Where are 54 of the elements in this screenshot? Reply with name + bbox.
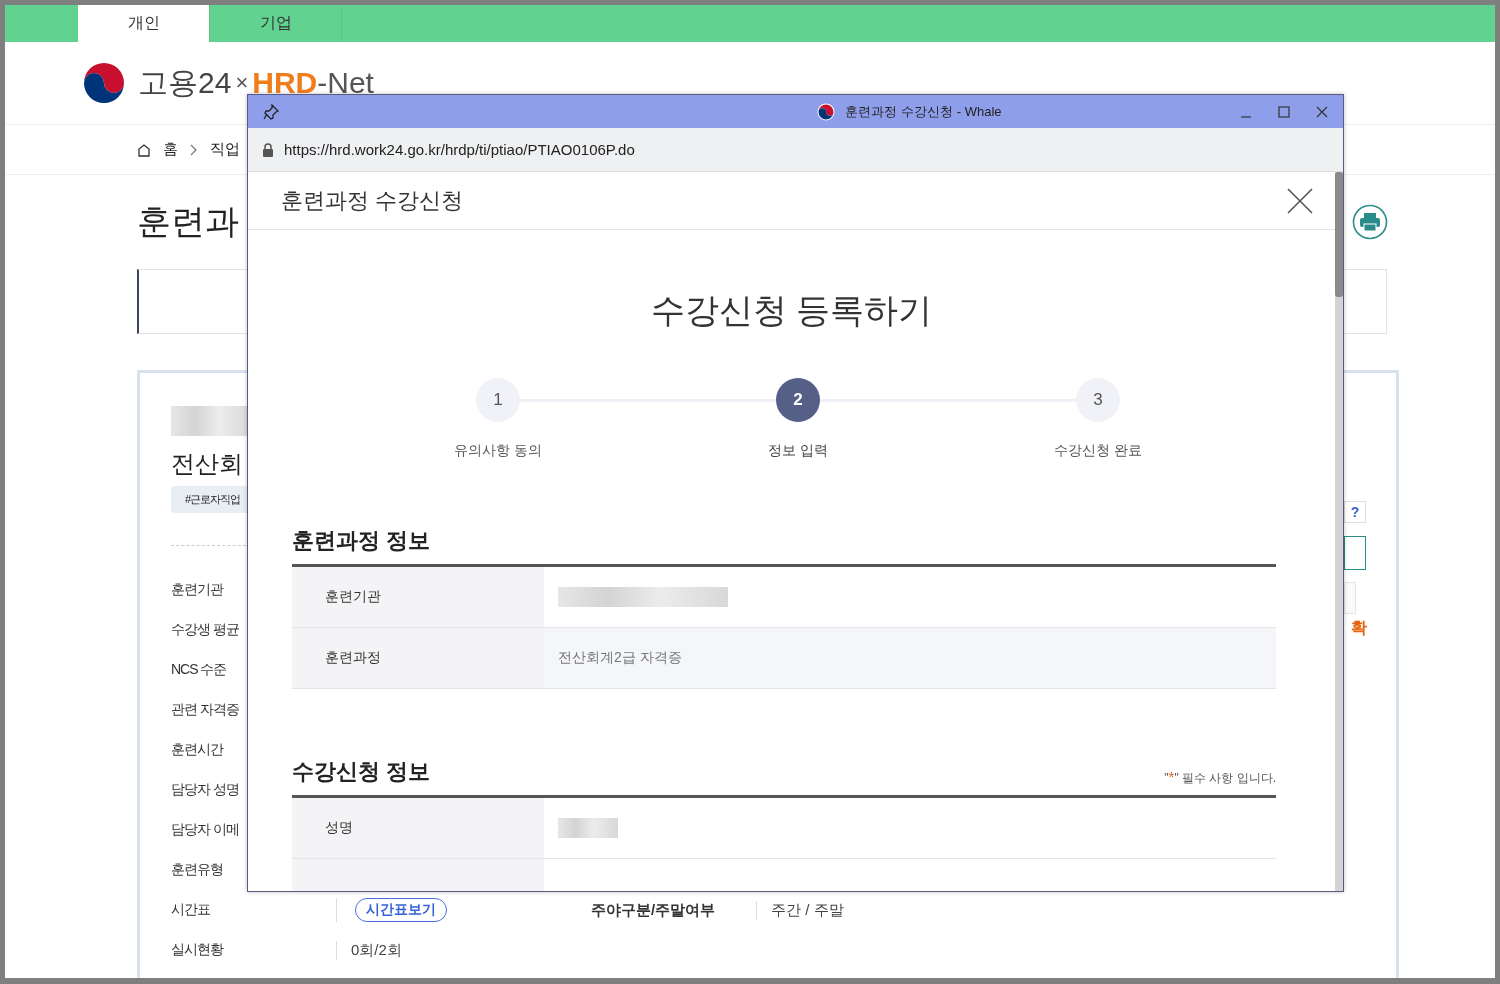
- info-label: 실시현황: [171, 941, 225, 959]
- info-value: 0회/2회: [351, 940, 402, 960]
- url-text[interactable]: https://hrd.work24.go.kr/hrdp/ti/ptiao/PTIAO0106P.do: [284, 141, 635, 158]
- step-label: 유의사항 동의: [454, 442, 542, 460]
- site-tab[interactable]: 기업: [210, 5, 342, 42]
- page-title: 훈련과: [137, 201, 239, 242]
- info-label: 훈련시간: [171, 741, 225, 759]
- info-label: NCS 수준: [171, 661, 228, 679]
- step-indicator: 3: [1076, 378, 1120, 422]
- window-title: 훈련과정 수강신청 - Whale: [845, 102, 1002, 121]
- print-icon[interactable]: [1352, 204, 1388, 240]
- info-label: 관련 자격증: [171, 701, 240, 719]
- emblem-icon: [817, 102, 836, 121]
- scrollbar[interactable]: [1335, 172, 1343, 891]
- form-label: 훈련과정: [325, 649, 381, 667]
- step-label: 정보 입력: [768, 442, 828, 460]
- readonly-field[interactable]: 전산회계2급 자격증: [544, 628, 1276, 688]
- close-icon[interactable]: [1315, 104, 1329, 119]
- info-label: 담당자 성명: [171, 781, 240, 799]
- close-icon[interactable]: [1287, 187, 1313, 214]
- logo-separator: ×: [235, 70, 249, 96]
- partner-logo-text: HRD-Net: [252, 66, 374, 100]
- confirm-text: 확: [1351, 618, 1367, 638]
- step-indicator: 1: [476, 378, 520, 422]
- lock-icon: [262, 142, 274, 157]
- course-title: 전산회: [171, 449, 243, 479]
- dialog-heading: 수강신청 등록하기: [649, 290, 934, 331]
- info-label: 시간표: [171, 901, 211, 919]
- input-field[interactable]: [1344, 582, 1356, 614]
- logo-text: 고용24: [138, 64, 232, 101]
- step-indicator: 2: [776, 378, 820, 422]
- breadcrumb-link[interactable]: 직업: [210, 140, 240, 159]
- info-label: 훈련유형: [171, 861, 224, 879]
- dialog-title: 훈련과정 수강신청: [281, 186, 464, 215]
- help-button[interactable]: ?: [1344, 501, 1366, 523]
- form-label: 성명: [325, 819, 353, 837]
- blurred-text: [558, 818, 618, 838]
- site-tab[interactable]: 개인: [78, 5, 210, 42]
- timetable-button[interactable]: 시간표보기: [355, 898, 447, 922]
- chevron-icon: [190, 143, 198, 156]
- form-label: 훈련기관: [325, 588, 381, 606]
- info-label: 주야구분/주말여부: [591, 900, 717, 920]
- maximize-icon[interactable]: [1277, 104, 1291, 119]
- scrollbar-thumb[interactable]: [1335, 172, 1343, 297]
- pin-icon[interactable]: [262, 102, 280, 121]
- select-field[interactable]: [1344, 536, 1366, 570]
- required-note: "*" 필수 사항 입니다.: [1164, 768, 1276, 787]
- section-title: 수강신청 정보: [292, 758, 431, 786]
- info-value: 주간 / 주말: [771, 900, 844, 920]
- home-icon: [137, 142, 151, 157]
- step-label: 수강신청 완료: [1054, 442, 1142, 460]
- breadcrumb-link[interactable]: 홈: [163, 140, 178, 159]
- section-title: 훈련과정 정보: [292, 527, 431, 555]
- info-label: 수강생 평균: [171, 621, 240, 639]
